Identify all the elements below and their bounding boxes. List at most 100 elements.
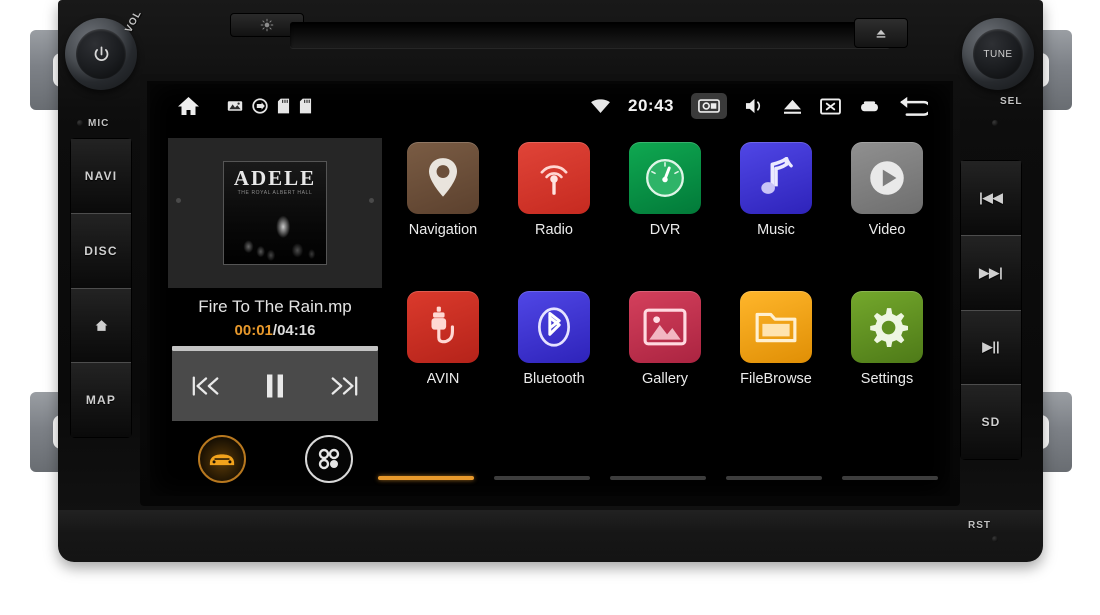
page-dot-1[interactable]	[378, 476, 474, 480]
settings-tile	[851, 291, 923, 363]
map-button[interactable]: MAP	[71, 363, 131, 437]
play-icon	[870, 161, 904, 195]
track-time: 00:01/04:16	[168, 322, 382, 339]
player-controls	[172, 351, 378, 421]
status-bar: 20:43	[150, 84, 950, 128]
sd-button[interactable]: SD	[961, 385, 1021, 459]
eject-icon[interactable]	[782, 98, 803, 115]
car-mode-button[interactable]	[197, 435, 246, 483]
album-art-container: ADELE THE ROYAL ALBERT HALL	[168, 138, 382, 288]
app-video[interactable]: Video	[844, 142, 930, 238]
tune-select-knob[interactable]: TUNE	[962, 18, 1034, 90]
album-art-photo	[224, 202, 326, 264]
music-player-widget[interactable]: ADELE THE ROYAL ALBERT HALL Fire To The …	[168, 138, 382, 483]
home-icon	[178, 97, 199, 115]
app-label: Radio	[535, 222, 573, 238]
page-dot-3[interactable]	[610, 476, 706, 480]
status-home-button[interactable]	[176, 95, 201, 117]
play-pause-icon: ▶||	[982, 339, 1000, 355]
album-art: ADELE THE ROYAL ALBERT HALL	[223, 161, 327, 265]
next-button[interactable]	[316, 360, 372, 412]
volume-icon[interactable]	[744, 97, 765, 115]
app-label: DVR	[649, 222, 681, 238]
usb-disc-icon	[252, 98, 268, 114]
next-track-icon	[331, 376, 357, 396]
mic-hole	[77, 120, 83, 126]
bluetooth-icon	[538, 307, 570, 347]
app-bluetooth[interactable]: Bluetooth	[511, 291, 597, 387]
next-track-hard-button[interactable]: ▶▶|	[961, 235, 1021, 311]
power-icon	[94, 46, 108, 61]
screen-off-icon[interactable]	[820, 97, 841, 115]
previous-button[interactable]	[178, 360, 234, 412]
album-artist-name: ADELE	[233, 166, 317, 190]
app-settings[interactable]: Settings	[844, 291, 930, 387]
disc-button-label: DISC	[84, 243, 118, 258]
bluetooth-tile	[518, 291, 590, 363]
dvr-tile	[629, 142, 701, 214]
app-drawer-button[interactable]	[304, 435, 353, 483]
app-label: AVIN	[426, 371, 460, 387]
clock: 20:43	[628, 96, 674, 115]
power-knob-cap	[76, 29, 126, 79]
pause-icon	[266, 374, 283, 398]
app-navigation[interactable]: Navigation	[400, 142, 486, 238]
broadcast-icon	[540, 165, 568, 195]
app-label: Gallery	[642, 371, 688, 387]
navi-button[interactable]: NAVI	[71, 139, 131, 214]
gauge-icon	[646, 159, 684, 197]
car-mode-icon	[209, 453, 234, 465]
app-drawer-icon	[318, 448, 339, 470]
page-dot-4[interactable]	[726, 476, 822, 480]
avin-tile	[407, 291, 479, 363]
recent-apps-icon[interactable]	[858, 99, 881, 114]
previous-track-hard-button[interactable]: |◀◀	[961, 161, 1021, 236]
app-gallery[interactable]: Gallery	[622, 291, 708, 387]
lcd-screen[interactable]: 20:43 ADELE THE ROYAL ALBERT HALL Fire T…	[150, 84, 950, 496]
next-track-icon: ▶▶|	[979, 264, 1003, 280]
music-tile	[740, 142, 812, 214]
right-button-column: |◀◀ ▶▶| ▶|| SD	[960, 160, 1022, 460]
app-dvr[interactable]: DVR	[622, 142, 708, 238]
page-dot-2[interactable]	[494, 476, 590, 480]
sensor-hole	[992, 120, 998, 126]
art-decor-dot	[176, 198, 181, 203]
play-pause-hard-button[interactable]: ▶||	[961, 310, 1021, 386]
disc-button[interactable]: DISC	[71, 213, 131, 289]
gallery-tile	[629, 291, 701, 363]
app-filebrowse[interactable]: FileBrowse	[733, 291, 819, 387]
home-hard-button[interactable]	[71, 288, 131, 364]
app-avin[interactable]: AVIN	[400, 291, 486, 387]
previous-track-icon	[193, 376, 219, 396]
reset-hole[interactable]	[992, 536, 998, 542]
eject-icon	[876, 29, 886, 38]
eject-button[interactable]	[854, 18, 908, 48]
gear-icon	[870, 308, 908, 347]
wifi-icon[interactable]	[590, 98, 611, 114]
page-dot-5[interactable]	[842, 476, 938, 480]
player-shortcuts	[168, 435, 382, 483]
radio-tile	[518, 142, 590, 214]
folder-icon	[755, 312, 797, 343]
navigation-tile	[407, 142, 479, 214]
app-music[interactable]: Music	[733, 142, 819, 238]
plug-icon	[431, 306, 455, 344]
brightness-icon	[260, 18, 274, 32]
navi-button-label: NAVI	[84, 168, 118, 183]
app-row-1: Navigation Radio DVR Music Video	[400, 142, 930, 238]
back-icon[interactable]	[898, 95, 928, 117]
disc-slot	[290, 22, 890, 48]
app-grid: Navigation Radio DVR Music Video AVIN Bl…	[400, 142, 930, 387]
track-title: Fire To The Rain.mp	[198, 297, 352, 316]
app-label: Navigation	[408, 222, 478, 238]
art-decor-dot	[369, 198, 374, 203]
screenshot-icon[interactable]	[691, 93, 727, 119]
current-time: 00:01	[234, 322, 273, 339]
app-row-2: AVIN Bluetooth Gallery FileBrowse Settin…	[400, 291, 930, 387]
status-right-cluster: 20:43	[590, 93, 950, 119]
app-radio[interactable]: Radio	[511, 142, 597, 238]
left-button-column: NAVI DISC MAP	[70, 138, 132, 438]
pause-button[interactable]	[247, 360, 303, 412]
page-indicator	[378, 476, 938, 480]
total-time: /04:16	[272, 322, 316, 339]
